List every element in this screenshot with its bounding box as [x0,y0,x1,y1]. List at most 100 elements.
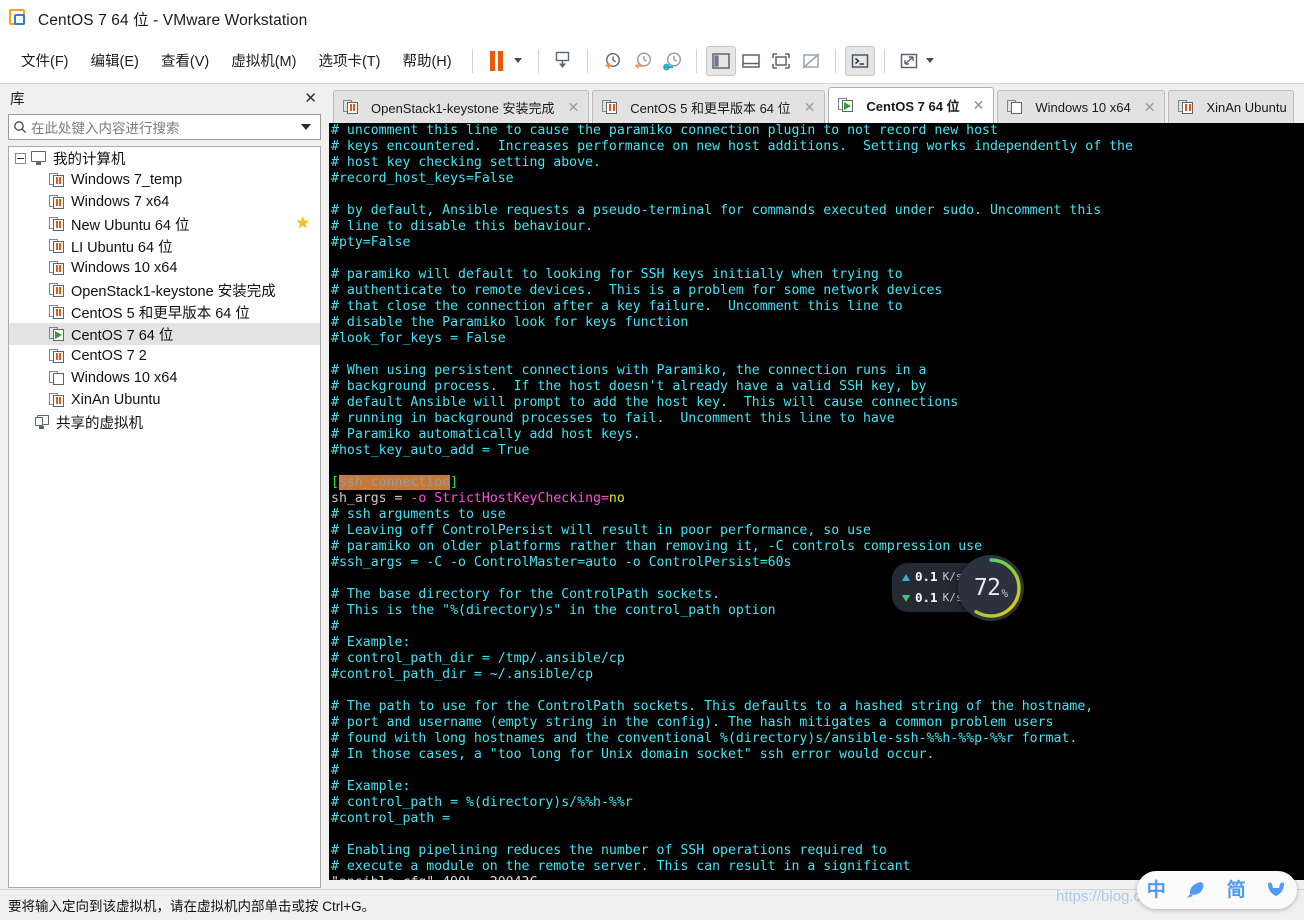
vm-item-label: LI Ubuntu 64 位 [71,239,173,256]
tab-close-icon[interactable]: ✕ [1141,99,1159,116]
tab-centos5-older[interactable]: CentOS 5 和更早版本 64 位 ✕ [592,90,826,123]
vm-off-icon [49,282,65,298]
terminal-line: # The path to use for the ControlPath so… [331,699,1094,714]
vm-item-windows7-temp[interactable]: Windows 7_temp [9,169,320,191]
terminal-line: # [331,763,339,778]
tab-close-icon[interactable]: ✕ [801,99,819,116]
vm-off-icon [49,304,65,320]
menu-file[interactable]: 文件(F) [10,45,80,76]
terminal-line: # disable the Paramiko look for keys fun… [331,315,689,330]
full-screen-button[interactable] [766,46,796,76]
title-bar: CentOS 7 64 位 - VMware Workstation [0,0,1304,38]
search-icon [9,120,31,134]
stretch-guest-button[interactable] [894,46,924,76]
show-thumbnail-bar-button[interactable] [736,46,766,76]
stretch-guest-icon [900,53,917,68]
download-value: 0.1 [915,590,938,605]
menu-help[interactable]: 帮助(H) [391,45,462,76]
ime-simplified[interactable]: 简 [1227,881,1246,900]
toolbar-divider [537,48,539,73]
tab-close-icon[interactable]: ✕ [565,99,583,116]
snapshot-manager-button[interactable] [657,46,687,76]
net-monitor-widget[interactable]: 0.1 K/s 0.1 K/s 72 % [892,555,1024,621]
vm-off-icon [49,238,65,254]
vm-item-li-ubuntu-64[interactable]: LI Ubuntu 64 位 [9,235,320,257]
vm-item-windows7-x64[interactable]: Windows 7 x64 [9,191,320,213]
vm-item-windows10-x64[interactable]: Windows 10 x64 [9,257,320,279]
show-thumbnail-bar-icon [741,53,760,68]
terminal-line: # found with long hostnames and the conv… [331,731,1078,746]
suspend-icon [489,50,504,71]
ime-toolbar[interactable]: 中 简 [1137,871,1297,909]
vm-item-label: Windows 7_temp [71,172,183,188]
ime-moon-icon[interactable] [1185,880,1207,900]
download-row: 0.1 K/s [902,589,962,607]
toolbar-divider [834,48,836,73]
upload-row: 0.1 K/s [902,568,962,586]
take-snapshot-button[interactable] [597,46,627,76]
vm-off-icon [49,194,65,210]
upload-value: 0.1 [915,569,938,584]
menu-edit[interactable]: 编辑(E) [80,45,150,76]
console-view-button[interactable] [844,45,875,76]
library-header: 库 ✕ [0,84,329,112]
vm-tree: 我的计算机 Windows 7_temp Windows 7 x64 New U… [8,146,321,888]
menu-vm[interactable]: 虚拟机(M) [220,45,307,76]
power-on-guest-button[interactable] [548,46,578,76]
ime-mode-chinese[interactable]: 中 [1147,881,1166,900]
search-input[interactable]: 在此处键入内容进行搜索 [31,117,301,137]
tab-openstack1-keystone[interactable]: OpenStack1-keystone 安装完成 ✕ [333,90,590,123]
terminal-line: # uncomment this line to cause the param… [331,123,998,138]
vm-item-xinan-ubuntu[interactable]: XinAn Ubuntu [9,389,320,411]
terminal-line: [ssh_connection] [331,475,459,490]
suspend-button[interactable] [482,46,512,76]
terminal-line: # Example: [331,779,411,794]
tab-windows10-x64[interactable]: Windows 10 x64 ✕ [997,90,1166,123]
snapshot-manager-icon [662,51,681,70]
favorite-star-icon[interactable]: ★ [296,216,310,232]
vm-off-icon [343,99,359,115]
unity-mode-button[interactable] [796,46,826,76]
power-on-guest-icon [555,51,570,68]
vm-item-centos7-2[interactable]: CentOS 7 2 [9,345,320,367]
vm-item-openstack1-keystone[interactable]: OpenStack1-keystone 安装完成 [9,279,320,301]
vm-console-terminal[interactable]: # uncomment this line to cause the param… [329,123,1304,880]
vm-item-new-ubuntu-64[interactable]: New Ubuntu 64 位 ★ [9,213,320,235]
vm-item-windows10-x64-2[interactable]: Windows 10 x64 [9,367,320,389]
show-library-button[interactable] [705,45,736,76]
tree-shared-vms[interactable]: 共享的虚拟机 [9,411,320,433]
ime-toolbox-icon[interactable] [1265,880,1287,900]
menu-tabs[interactable]: 选项卡(T) [307,45,391,76]
vm-plain-icon [49,370,65,386]
terminal-line: # line to disable this behaviour. [331,219,594,234]
vm-item-centos7-64[interactable]: CentOS 7 64 位 [9,323,320,345]
tree-root-my-computer[interactable]: 我的计算机 [9,147,320,169]
main-content: 库 ✕ 在此处键入内容进行搜索 我的计算机 Windows 7_temp Win… [0,84,1304,890]
tab-xinan-ubuntu[interactable]: XinAn Ubuntu [1168,90,1294,123]
close-icon[interactable]: ✕ [300,89,321,107]
revert-snapshot-button[interactable] [627,46,657,76]
stretch-caret-icon[interactable] [925,58,934,63]
menu-view[interactable]: 查看(V) [150,45,220,76]
collapse-icon[interactable] [15,152,26,164]
terminal-line: # authenticate to remote devices. This i… [331,283,943,298]
unity-mode-icon [802,52,820,69]
tab-bar: OpenStack1-keystone 安装完成 ✕ CentOS 5 和更早版… [329,84,1304,123]
status-hint: 要将输入定向到该虚拟机，请在虚拟机内部单击或按 Ctrl+G。 [8,899,376,914]
toolbar-divider [695,48,697,73]
vm-off-icon [49,172,65,188]
tab-close-icon[interactable]: ✕ [970,97,988,114]
tab-label: XinAn Ubuntu [1206,99,1287,115]
vmware-workstation-window: CentOS 7 64 位 - VMware Workstation 文件(F)… [0,0,1304,920]
tab-centos7-64[interactable]: CentOS 7 64 位 ✕ [828,87,995,123]
tab-label: CentOS 5 和更早版本 64 位 [630,100,791,116]
dropdown-caret-icon[interactable] [513,58,522,63]
vm-item-label: New Ubuntu 64 位 [71,217,190,234]
terminal-line: #record_host_keys=False [331,171,514,186]
vm-item-centos5-older-64[interactable]: CentOS 5 和更早版本 64 位 [9,301,320,323]
search-box[interactable]: 在此处键入内容进行搜索 [8,114,321,140]
filter-caret-icon[interactable] [301,124,311,130]
terminal-line: #ssh_args = -C -o ControlMaster=auto -o … [331,555,792,570]
terminal-line: # default Ansible will prompt to add the… [331,395,959,410]
